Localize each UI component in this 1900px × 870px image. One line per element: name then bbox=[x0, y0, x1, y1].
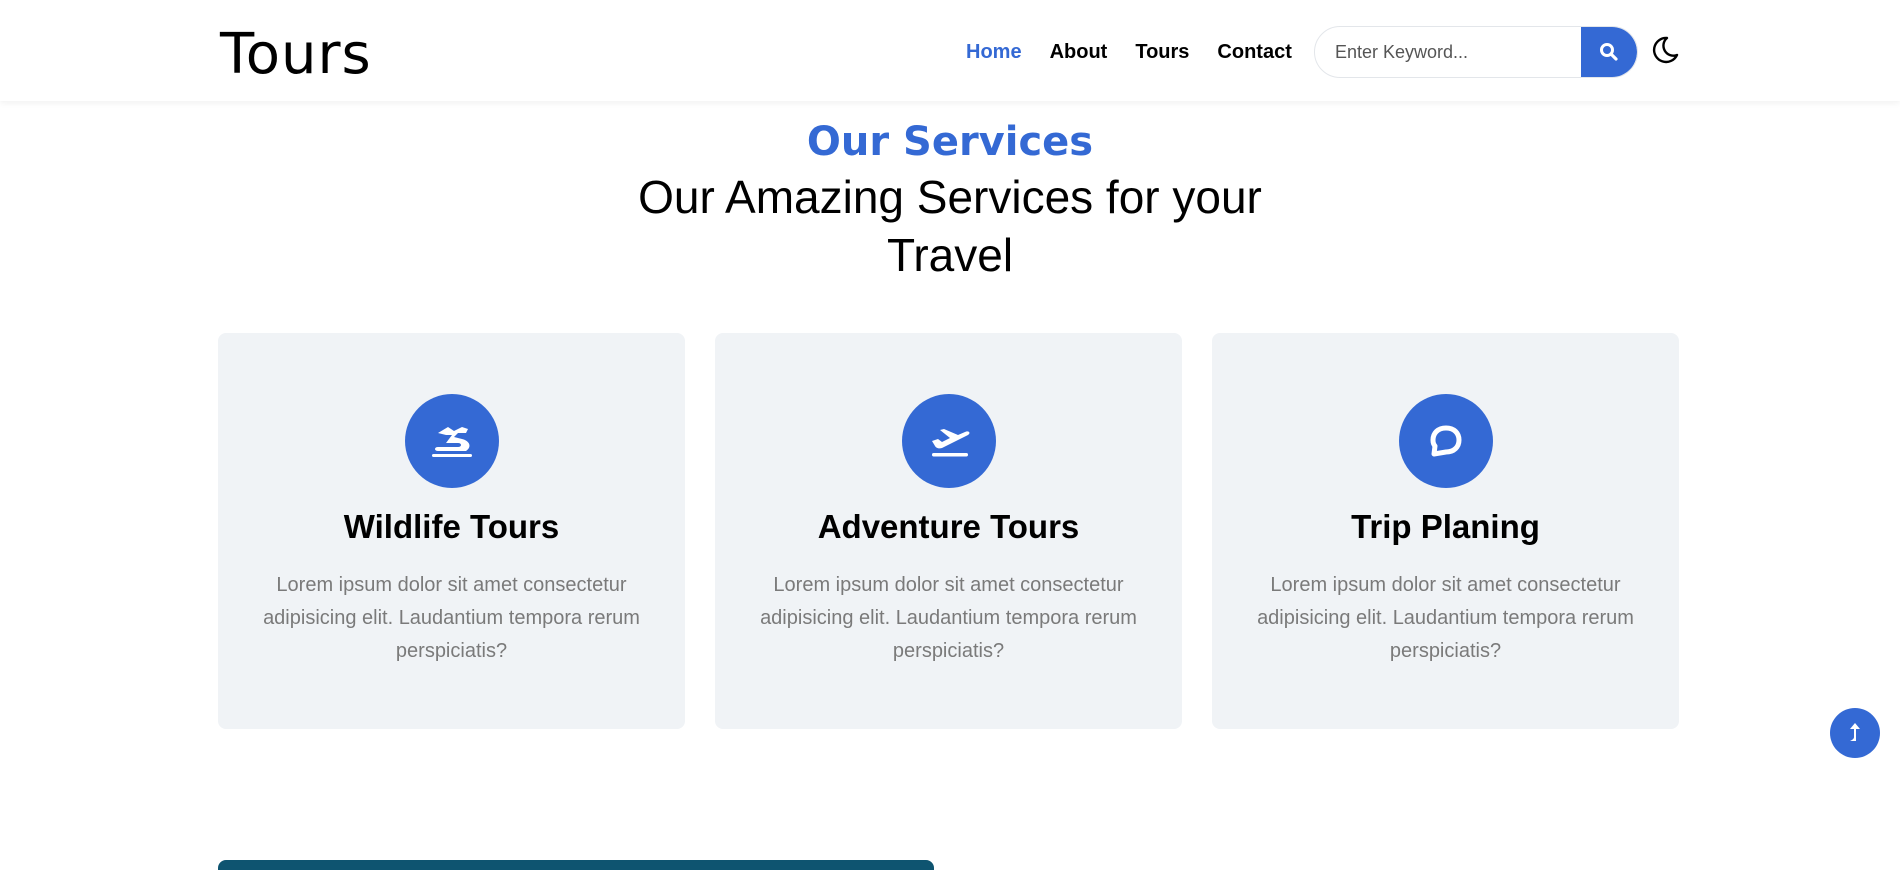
card-title: Adventure Tours bbox=[817, 508, 1080, 545]
nav-link-home[interactable]: Home bbox=[966, 38, 1022, 66]
site-logo[interactable]: Tours bbox=[220, 20, 372, 90]
search-bar bbox=[1314, 26, 1638, 78]
card-title: Trip Planing bbox=[1351, 508, 1540, 545]
chat-bubble-icon bbox=[1430, 425, 1461, 457]
theme-toggle-button[interactable] bbox=[1650, 34, 1680, 66]
search-input[interactable] bbox=[1315, 27, 1581, 77]
card-icon-circle bbox=[1398, 394, 1493, 488]
search-button[interactable] bbox=[1581, 27, 1637, 77]
service-cards: Wildlife Tours Lorem ipsum dolor sit ame… bbox=[218, 333, 1679, 729]
plane-departure-icon bbox=[931, 429, 969, 457]
card-description: Lorem ipsum dolor sit amet consectetur a… bbox=[760, 574, 1137, 662]
site-header: Tours Home About Tours Contact bbox=[0, 0, 1900, 101]
main-nav: Home About Tours Contact bbox=[966, 38, 1320, 66]
nav-link-tours[interactable]: Tours bbox=[1135, 38, 1189, 66]
services-heading: Our Services Our Amazing Services for yo… bbox=[0, 116, 1900, 284]
card-icon-circle bbox=[901, 394, 996, 488]
service-card-planning: Trip Planing Lorem ipsum dolor sit amet … bbox=[1212, 333, 1679, 729]
card-icon-circle bbox=[404, 394, 499, 488]
arrow-up-icon bbox=[1850, 723, 1860, 741]
service-card-wildlife: Wildlife Tours Lorem ipsum dolor sit ame… bbox=[218, 333, 685, 729]
nav-link-contact[interactable]: Contact bbox=[1217, 38, 1291, 66]
card-description: Lorem ipsum dolor sit amet consectetur a… bbox=[263, 574, 640, 662]
search-icon bbox=[1600, 43, 1618, 61]
card-description: Lorem ipsum dolor sit amet consectetur a… bbox=[1257, 574, 1634, 662]
card-title: Wildlife Tours bbox=[343, 508, 560, 545]
section-subtitle: Our Services bbox=[806, 119, 1094, 165]
service-card-adventure: Adventure Tours Lorem ipsum dolor sit am… bbox=[715, 333, 1182, 729]
back-to-top-button[interactable] bbox=[1830, 708, 1880, 758]
section-title: Our Amazing Services for your Travel bbox=[638, 171, 1262, 281]
next-section-banner bbox=[218, 860, 934, 870]
dragon-icon bbox=[431, 427, 472, 457]
nav-link-about[interactable]: About bbox=[1050, 38, 1108, 66]
moon-icon bbox=[1652, 36, 1679, 64]
